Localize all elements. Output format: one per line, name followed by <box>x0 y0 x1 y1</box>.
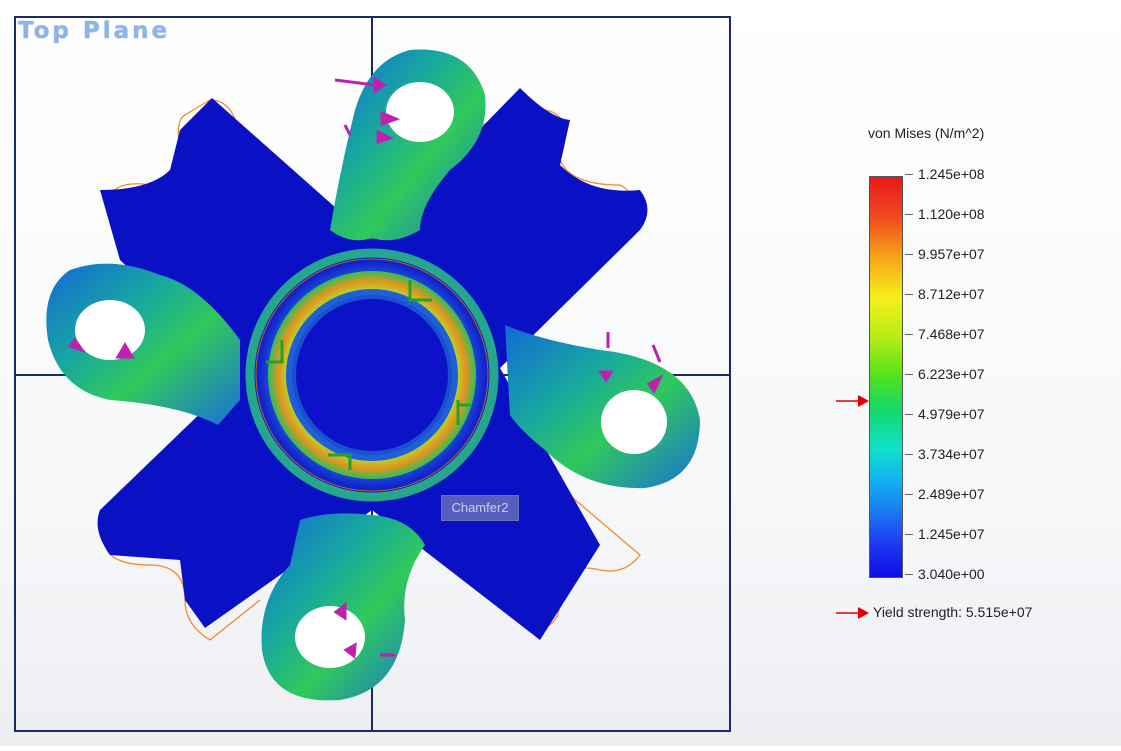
legend-tick <box>905 414 913 415</box>
legend-tick <box>905 454 913 455</box>
legend-tick <box>905 254 913 255</box>
legend-tick-label: 1.245e+08 <box>918 166 985 182</box>
legend-tick-label: 4.979e+07 <box>918 406 985 422</box>
legend-tick <box>905 334 913 335</box>
center-bore <box>296 299 448 451</box>
plane-label: Top Plane <box>18 18 171 44</box>
legend-tick-label: 7.468e+07 <box>918 326 985 342</box>
legend-tick <box>905 534 913 535</box>
legend-tick-label: 1.120e+08 <box>918 206 985 222</box>
yield-strength-label: Yield strength: 5.515e+07 <box>873 604 1033 620</box>
legend-tick-label: 2.489e+07 <box>918 486 985 502</box>
legend-tick <box>905 174 913 175</box>
legend-tick <box>905 294 913 295</box>
legend-tick-label: 9.957e+07 <box>918 246 985 262</box>
legend-title: von Mises (N/m^2) <box>868 125 985 141</box>
feature-tooltip[interactable]: Chamfer2 <box>441 495 519 521</box>
legend-tick-label: 6.223e+07 <box>918 366 985 382</box>
legend-tick-label: 1.245e+07 <box>918 526 985 542</box>
legend-tick <box>905 574 913 575</box>
legend-tick-label: 8.712e+07 <box>918 286 985 302</box>
legend-tick-label: 3.040e+00 <box>918 566 985 582</box>
legend-tick <box>905 374 913 375</box>
legend-tick-label: 3.734e+07 <box>918 446 985 462</box>
legend-tick <box>905 214 913 215</box>
legend-tick <box>905 494 913 495</box>
yield-marker-arrow-icon <box>836 395 869 407</box>
yield-legend-arrow-icon <box>836 607 869 619</box>
stress-color-bar <box>869 176 903 578</box>
